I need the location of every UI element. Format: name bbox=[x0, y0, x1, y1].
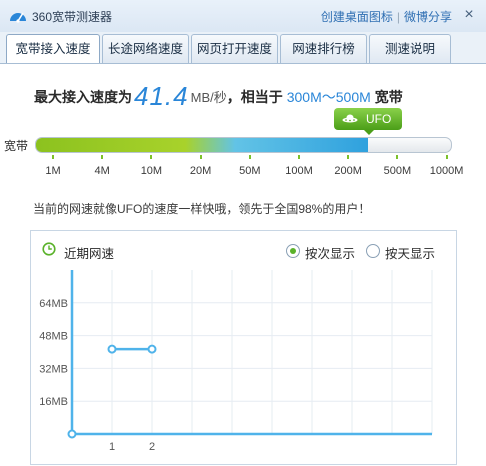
tab-speed-ranking[interactable]: 网速排行榜 bbox=[280, 34, 367, 64]
bandwidth-tick-mark bbox=[52, 155, 54, 159]
app-logo-icon bbox=[10, 12, 26, 23]
y-tick-label: 32MB bbox=[39, 363, 68, 375]
clock-icon bbox=[42, 242, 56, 256]
bandwidth-tick-mark bbox=[396, 155, 399, 159]
top-links: 创建桌面图标 | 微博分享 bbox=[321, 8, 452, 25]
bandwidth-tick-label: 1M bbox=[45, 165, 61, 177]
x-tick-label: 1 bbox=[109, 441, 115, 453]
ufo-badge-label: UFO bbox=[366, 112, 392, 126]
speed-result: 最大接入速度为41.4 MB/秒，相当于 300M～500M 宽带 bbox=[34, 78, 403, 111]
tab-webpage-speed[interactable]: 网页打开速度 bbox=[191, 34, 278, 64]
bandwidth-tick-mark bbox=[445, 155, 448, 159]
bandwidth-tick-label: 100M bbox=[285, 165, 313, 177]
y-tick-label: 64MB bbox=[39, 298, 68, 310]
result-middle: ，相当于 bbox=[226, 89, 283, 105]
badge-pointer bbox=[364, 130, 374, 135]
result-prefix: 最大接入速度为 bbox=[34, 89, 132, 105]
bandwidth-tick-label: 4M bbox=[94, 165, 110, 177]
bandwidth-bar-fill bbox=[36, 138, 368, 152]
by-count-label[interactable]: 按次显示 bbox=[305, 243, 355, 262]
app-title: 360宽带测速器 bbox=[32, 10, 113, 24]
by-day-label[interactable]: 按天显示 bbox=[385, 243, 435, 262]
result-suffix: 宽带 bbox=[374, 89, 403, 105]
bandwidth-bar bbox=[35, 137, 452, 153]
origin-point bbox=[67, 429, 77, 439]
ufo-badge: UFO bbox=[334, 108, 402, 130]
bandwidth-tick-mark bbox=[298, 155, 300, 159]
bandwidth-tick-mark bbox=[150, 155, 153, 159]
bandwidth-tick-label: 200M bbox=[334, 165, 362, 177]
recent-speed-title: 近期网速 bbox=[64, 247, 115, 261]
recent-speed-chart: 16MB 32MB 48MB 64MB 1 2 bbox=[39, 270, 433, 453]
bandwidth-tick-mark bbox=[347, 155, 350, 159]
ufo-icon bbox=[342, 114, 358, 123]
bandwidth-label: 宽带 bbox=[4, 139, 29, 153]
tab-long-distance-speed[interactable]: 长途网络速度 bbox=[102, 34, 189, 64]
data-point bbox=[147, 344, 157, 354]
title-bar: 360宽带测速器 创建桌面图标 | 微博分享 × bbox=[0, 0, 486, 32]
y-tick-label: 16MB bbox=[39, 396, 68, 408]
tab-speed-help[interactable]: 测速说明 bbox=[369, 34, 451, 64]
weibo-share-link[interactable]: 微博分享 bbox=[404, 10, 452, 24]
bandwidth-tick-mark bbox=[248, 155, 251, 159]
bandwidth-tick-label: 50M bbox=[239, 165, 261, 177]
tab-access-speed[interactable]: 宽带接入速度 bbox=[6, 34, 100, 65]
bandwidth-tick-label: 20M bbox=[189, 165, 212, 177]
speed-value: 41.4 bbox=[134, 81, 189, 111]
comparison-text: 当前的网速就像UFO的速度一样快哦，领先于全国98%的用户！ bbox=[33, 202, 371, 216]
bandwidth-tick-label: 10M bbox=[140, 165, 163, 177]
data-point bbox=[107, 344, 117, 354]
bandwidth-tick-label: 1000M bbox=[429, 165, 464, 177]
create-desktop-icon-link[interactable]: 创建桌面图标 bbox=[321, 10, 393, 24]
speed-unit: MB/秒 bbox=[190, 90, 227, 105]
by-day-radio[interactable] bbox=[366, 244, 380, 258]
bandwidth-tick-mark bbox=[199, 155, 202, 159]
link-separator: | bbox=[396, 10, 400, 24]
bandwidth-tick-mark bbox=[101, 155, 104, 159]
bandwidth-range: 300M～500M bbox=[286, 89, 371, 105]
x-tick-label: 2 bbox=[149, 441, 155, 453]
y-tick-label: 48MB bbox=[39, 331, 68, 343]
bandwidth-tick-label: 500M bbox=[383, 165, 412, 177]
by-count-radio[interactable] bbox=[286, 244, 300, 258]
close-button[interactable]: × bbox=[460, 6, 478, 24]
